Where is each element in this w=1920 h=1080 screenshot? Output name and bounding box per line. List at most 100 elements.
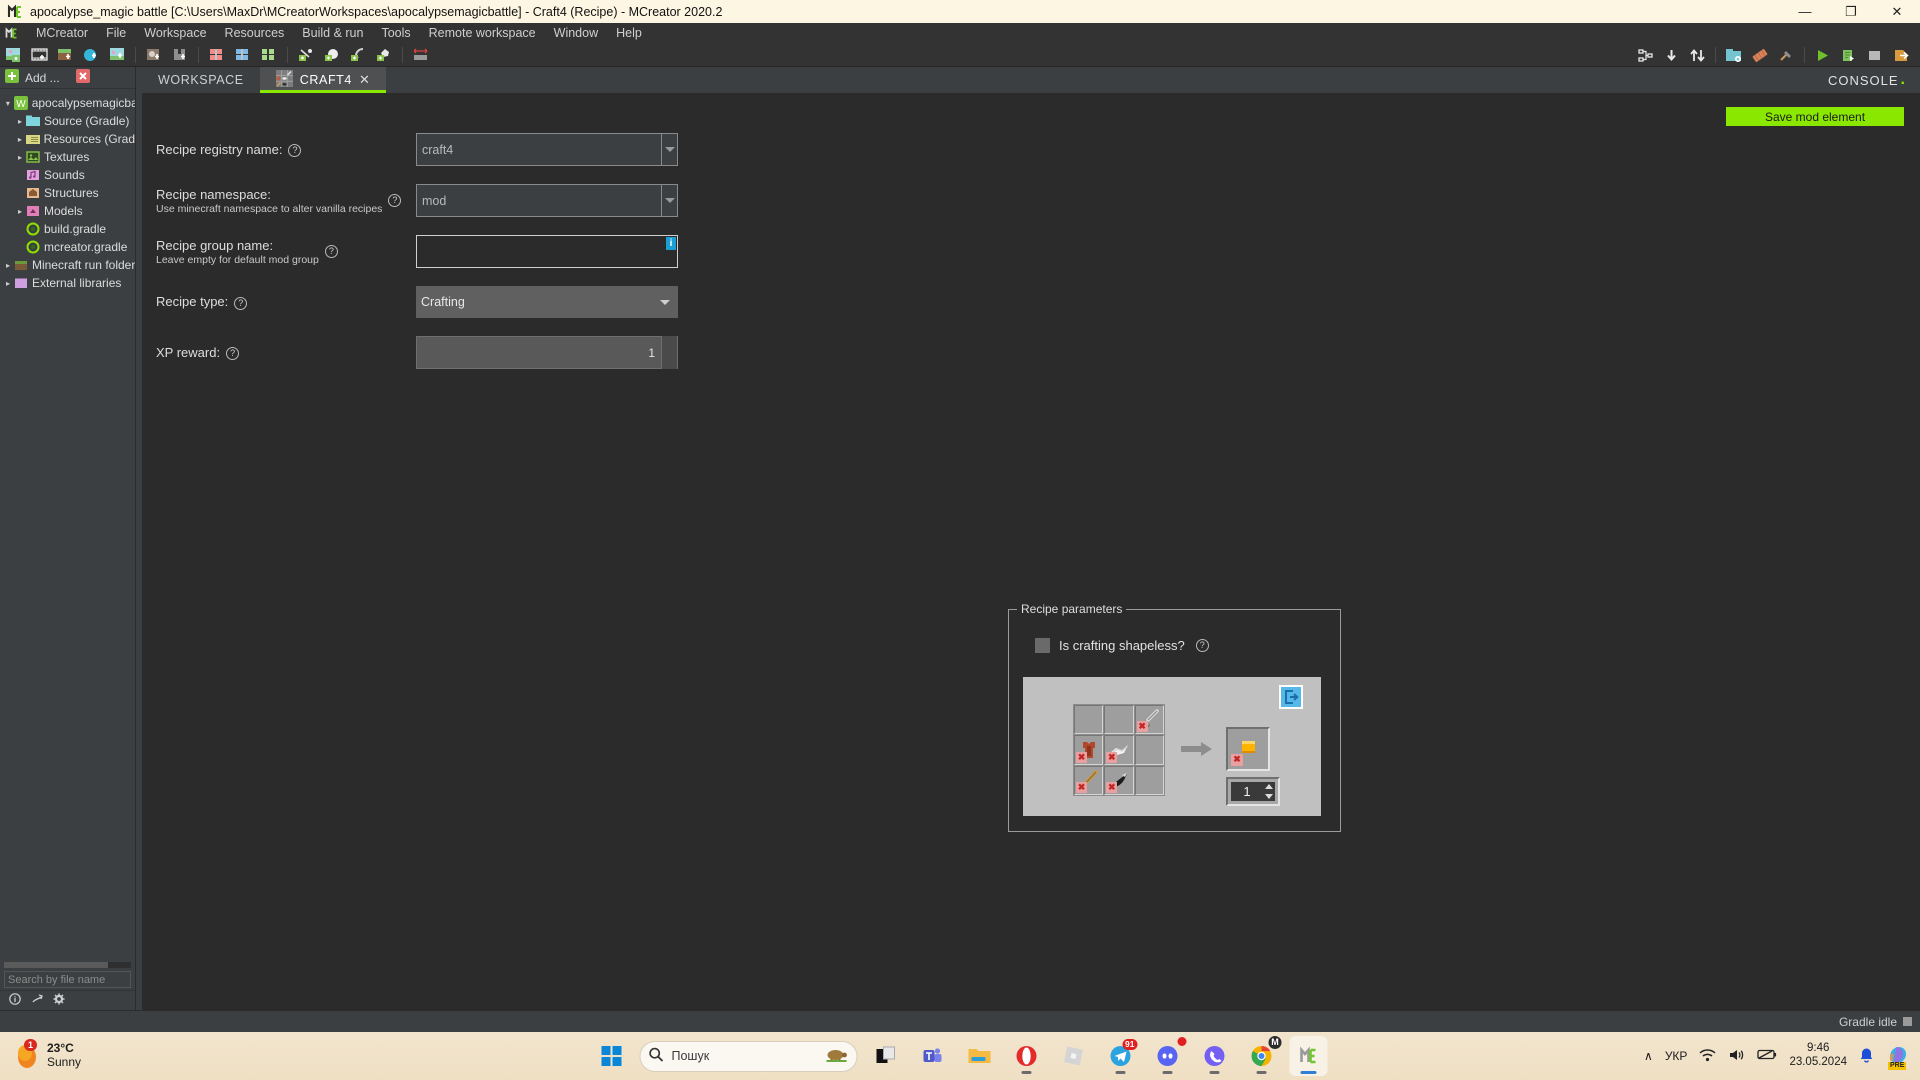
toolbar-group-tools[interactable]	[293, 44, 408, 66]
volume-icon[interactable]	[1728, 1048, 1745, 1065]
wifi-icon[interactable]	[1699, 1048, 1716, 1065]
xp-reward-spinner[interactable]: 1	[416, 336, 678, 369]
tree-item-workspace[interactable]: ▾ W apocalypsemagicba	[0, 94, 135, 112]
remove-item-badge[interactable]: ✖	[1106, 751, 1118, 763]
plus-green-icon[interactable]	[5, 69, 19, 86]
tree-item-minecraft-run-folder[interactable]: ▸ Minecraft run folder	[0, 256, 135, 274]
recipe-type-select[interactable]: Crafting	[416, 286, 678, 318]
taskbar-app-discord[interactable]	[1149, 1036, 1187, 1076]
is-crafting-shapeless-checkbox[interactable]	[1035, 638, 1050, 653]
new-biome-icon[interactable]	[104, 44, 130, 66]
shapeless-row[interactable]: Is crafting shapeless? ?	[1035, 638, 1340, 653]
taskbar-app-google-chrome[interactable]: M	[1243, 1036, 1282, 1076]
help-icon[interactable]: ?	[226, 347, 240, 361]
toolbar-right-group[interactable]	[1632, 43, 1914, 67]
chevron-down-icon[interactable]	[661, 184, 677, 217]
chevron-right-icon[interactable]: ▸	[2, 261, 14, 270]
menu-item-window[interactable]: Window	[545, 24, 607, 42]
notification-bell-icon[interactable]	[1859, 1047, 1874, 1066]
new-recipe-green-icon[interactable]	[256, 44, 282, 66]
toolbar-group-recipes[interactable]	[204, 44, 293, 66]
maximize-button[interactable]: ❐	[1828, 0, 1874, 23]
taskbar-app-microsoft-teams[interactable]	[914, 1036, 952, 1076]
tab-craft4[interactable]: CRAFT4 ✕	[259, 67, 387, 93]
taskbar-app-viber[interactable]	[1196, 1036, 1234, 1076]
tabbar[interactable]: WORKSPACE CRAFT4 ✕ CONSOLE .	[142, 67, 1920, 93]
chevron-down-icon[interactable]	[661, 133, 677, 166]
info-badge[interactable]: i	[666, 237, 676, 250]
close-icon[interactable]: ✕	[359, 72, 371, 88]
chevron-right-icon[interactable]: ▸	[14, 117, 26, 126]
field-control[interactable]: i	[416, 235, 678, 268]
recipe-namespace-combo[interactable]: mod	[416, 184, 678, 217]
import-workspace-icon[interactable]	[31, 993, 43, 1008]
field-control[interactable]: craft4	[416, 133, 678, 166]
toolbar-group-elements[interactable]	[0, 44, 141, 66]
crafting-slot-1[interactable]	[1104, 705, 1134, 735]
sidebar-add-label[interactable]: Add ...	[25, 71, 60, 85]
crafting-slot-2[interactable]: ✖	[1134, 705, 1164, 735]
crafting-slot-4[interactable]: ✖	[1104, 735, 1134, 765]
result-amount-spinner[interactable]: 1	[1226, 777, 1280, 806]
recipe-registry-name-combo[interactable]: craft4	[416, 133, 678, 166]
field-control[interactable]: Crafting	[416, 286, 678, 318]
toolbar-group-resize[interactable]	[408, 44, 434, 66]
taskbar-app-telegram[interactable]: 91	[1102, 1036, 1140, 1076]
chevron-right-icon[interactable]: ▸	[14, 207, 26, 216]
taskbar-search-box[interactable]: Пошук	[639, 1040, 858, 1072]
new-block-icon[interactable]	[52, 44, 78, 66]
recipe-result-slot[interactable]: ✖	[1226, 727, 1270, 771]
help-icon[interactable]: ?	[1195, 639, 1209, 652]
gear-icon[interactable]	[53, 993, 65, 1008]
recipe-group-name-input[interactable]: i	[416, 235, 678, 268]
hammer-icon[interactable]	[1773, 44, 1799, 66]
menubar[interactable]: MCreator File Workspace Resources Build …	[0, 23, 1920, 43]
crafting-slot-0[interactable]	[1074, 705, 1104, 735]
menu-item-resources[interactable]: Resources	[216, 24, 294, 42]
crafting-slot-8[interactable]	[1134, 765, 1164, 795]
help-icon[interactable]: ?	[288, 144, 302, 158]
texture-icon[interactable]	[1747, 44, 1773, 66]
chevron-down-icon[interactable]: ▾	[2, 99, 14, 108]
field-control[interactable]: mod	[416, 184, 678, 217]
sidebar-horizontal-scrollbar[interactable]	[4, 962, 131, 968]
battery-icon[interactable]	[1757, 1048, 1777, 1064]
new-structure-icon[interactable]	[141, 44, 167, 66]
remove-item-badge[interactable]: ✖	[1231, 754, 1243, 766]
spinner-arrows[interactable]	[1263, 782, 1275, 801]
export-mod-icon[interactable]	[1888, 44, 1914, 66]
remove-item-badge[interactable]: ✖	[1136, 721, 1148, 733]
close-button[interactable]: ✕	[1874, 0, 1920, 23]
weather-widget[interactable]: 1 23°C Sunny	[0, 1038, 81, 1072]
add-item-icon[interactable]	[319, 44, 345, 66]
tray-chevron-up-icon[interactable]: ∧	[1644, 1049, 1653, 1063]
system-tray[interactable]: ∧ УКР 9:46 23.05.2024 PRE	[1644, 1032, 1920, 1080]
copilot-icon[interactable]: PRE	[1886, 1043, 1910, 1070]
stop-square-icon[interactable]	[1903, 1017, 1912, 1026]
taskbar-app-file-explorer[interactable]	[961, 1036, 999, 1076]
scrollbar-thumb[interactable]	[4, 962, 109, 968]
remove-item-badge[interactable]: ✖	[1106, 782, 1118, 793]
add-leaves-icon[interactable]	[371, 44, 397, 66]
chevron-down-icon[interactable]	[660, 299, 670, 305]
menu-item-build-and-run[interactable]: Build & run	[293, 24, 372, 42]
crafting-slot-5[interactable]	[1134, 735, 1164, 765]
taskbar-app-opera[interactable]	[1008, 1036, 1046, 1076]
info-icon[interactable]	[9, 993, 21, 1008]
tree-item-mcreator-gradle[interactable]: mcreator.gradle	[0, 238, 135, 256]
minimize-button[interactable]: —	[1782, 0, 1828, 23]
menu-item-remote-workspace[interactable]: Remote workspace	[420, 24, 545, 42]
help-icon[interactable]: ?	[388, 194, 402, 207]
tree-item-external-libraries[interactable]: ▸ External libraries	[0, 274, 135, 292]
new-recipe-red-icon[interactable]	[204, 44, 230, 66]
tree-item-source-gradle[interactable]: ▸ Source (Gradle)	[0, 112, 135, 130]
tab-workspace[interactable]: WORKSPACE	[142, 67, 260, 93]
tree-item-structures[interactable]: Structures	[0, 184, 135, 202]
clock[interactable]: 9:46 23.05.2024	[1789, 1042, 1847, 1070]
tree-item-models[interactable]: ▸ Models	[0, 202, 135, 220]
new-armor-icon[interactable]	[167, 44, 193, 66]
tree-item-textures[interactable]: ▸ Textures	[0, 148, 135, 166]
windows-taskbar[interactable]: 1 23°C Sunny Пошук 91 M ∧ УКР 9:46 23.05…	[0, 1032, 1920, 1080]
new-mod-element-icon[interactable]	[0, 44, 26, 66]
crafting-slot-6[interactable]: ✖	[1074, 765, 1104, 795]
